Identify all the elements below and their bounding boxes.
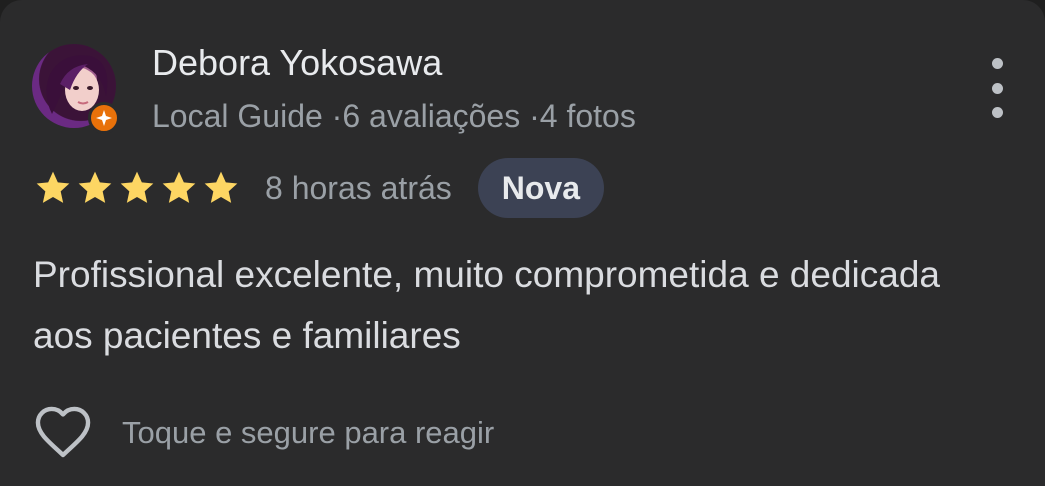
- author-review-count: 6 avaliações: [342, 98, 521, 134]
- new-badge: Nova: [477, 158, 605, 218]
- meta-separator: ·: [331, 98, 343, 134]
- star-icon: [36, 171, 70, 203]
- meta-separator: ·: [529, 98, 540, 134]
- star-icon: [78, 171, 112, 203]
- rating-row: 8 horas atrás Nova: [33, 158, 605, 218]
- more-vert-icon[interactable]: [980, 58, 1014, 118]
- review-time: 8 horas atrás: [265, 169, 452, 206]
- author-avatar[interactable]: [32, 44, 120, 134]
- heart-outline-icon[interactable]: [32, 402, 94, 464]
- react-label: Toque e segure para reagir: [122, 415, 495, 450]
- react-button[interactable]: Toque e segure para reagir: [32, 402, 494, 464]
- star-icon: [120, 171, 154, 203]
- review-card: Debora Yokosawa Local Guide ·6 avaliaçõe…: [0, 0, 1045, 486]
- author-photo-count: 4 fotos: [539, 98, 636, 134]
- local-guide-star-icon: [88, 102, 120, 134]
- star-icon: [162, 171, 196, 203]
- author-meta: Local Guide ·6 avaliações ·4 fotos: [152, 98, 636, 135]
- author-role: Local Guide: [152, 98, 323, 134]
- review-text: Profissional excelente, muito comprometi…: [33, 254, 940, 356]
- star-icon: [204, 171, 238, 203]
- author-name[interactable]: Debora Yokosawa: [152, 42, 442, 84]
- star-rating: [33, 168, 241, 208]
